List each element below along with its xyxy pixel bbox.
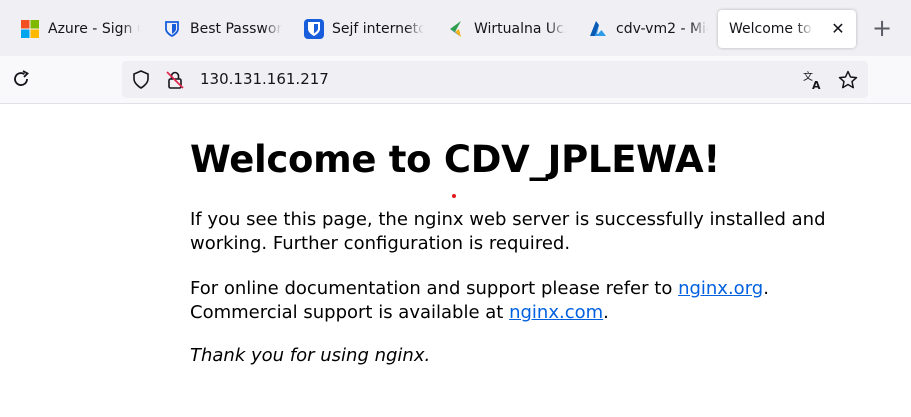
- bitwarden-icon: [304, 19, 324, 39]
- translate-icon[interactable]: 文 A: [802, 69, 824, 92]
- close-tab-icon[interactable]: ✕: [828, 19, 848, 39]
- insecure-lock-icon[interactable]: [164, 69, 186, 91]
- address-bar[interactable]: 130.131.161.217 文 A: [122, 61, 868, 98]
- docs-text: For online documentation and support ple…: [190, 278, 679, 299]
- tab-strip: Azure - Sign up Best Password Manager Se…: [0, 0, 911, 56]
- intro-paragraph: If you see this page, the nginx web serv…: [190, 209, 826, 254]
- tab-label: Best Password Manager: [190, 21, 282, 37]
- svg-text:A: A: [812, 79, 821, 91]
- tab-cdv-vm2-azure[interactable]: cdv-vm2 - Microsoft Azure: [576, 10, 716, 48]
- nginx-org-link[interactable]: nginx.org: [678, 278, 763, 299]
- docs-paragraph: For online documentation and support ple…: [190, 277, 840, 325]
- docs-text-period: .: [763, 278, 769, 299]
- thanks-paragraph: Thank you for using nginx.: [190, 345, 431, 366]
- azure-icon: [588, 19, 608, 39]
- commercial-text: Commercial support is available at: [190, 302, 510, 323]
- tab-label: Wirtualna Uczelnia: [474, 21, 566, 37]
- page-heading: Welcome to CDV_JPLEWA!: [190, 138, 720, 181]
- bookmark-star-icon[interactable]: [837, 69, 859, 91]
- tab-best-password-manager[interactable]: Best Password Manager: [150, 10, 290, 48]
- navigation-toolbar: 130.131.161.217 文 A: [0, 56, 911, 104]
- tab-label: cdv-vm2 - Microsoft Azure: [616, 21, 708, 37]
- tab-sejf-internetowy[interactable]: Sejf internetowy: [292, 10, 432, 48]
- tracking-protection-shield-icon[interactable]: [130, 69, 152, 91]
- cursor-dot: [452, 194, 456, 198]
- commercial-text-period: .: [603, 302, 609, 323]
- url-text[interactable]: 130.131.161.217: [200, 70, 329, 88]
- reload-icon[interactable]: [10, 68, 32, 90]
- bitwarden-icon: [162, 19, 182, 39]
- tab-wirtualna-uczelnia[interactable]: Wirtualna Uczelnia: [434, 10, 574, 48]
- tab-label: Welcome to CDV_JPLEWA!: [729, 21, 813, 37]
- tab-welcome-active[interactable]: Welcome to CDV_JPLEWA! ✕: [718, 10, 856, 48]
- nginx-com-link[interactable]: nginx.com: [509, 302, 603, 323]
- new-tab-button[interactable]: +: [870, 16, 894, 41]
- tab-azure-sign-up[interactable]: Azure - Sign up: [8, 10, 148, 48]
- tab-label: Sejf internetowy: [332, 21, 424, 37]
- microsoft-logo-icon: [20, 19, 40, 39]
- chevron-logo-icon: [446, 19, 466, 39]
- tab-label: Azure - Sign up: [48, 21, 140, 37]
